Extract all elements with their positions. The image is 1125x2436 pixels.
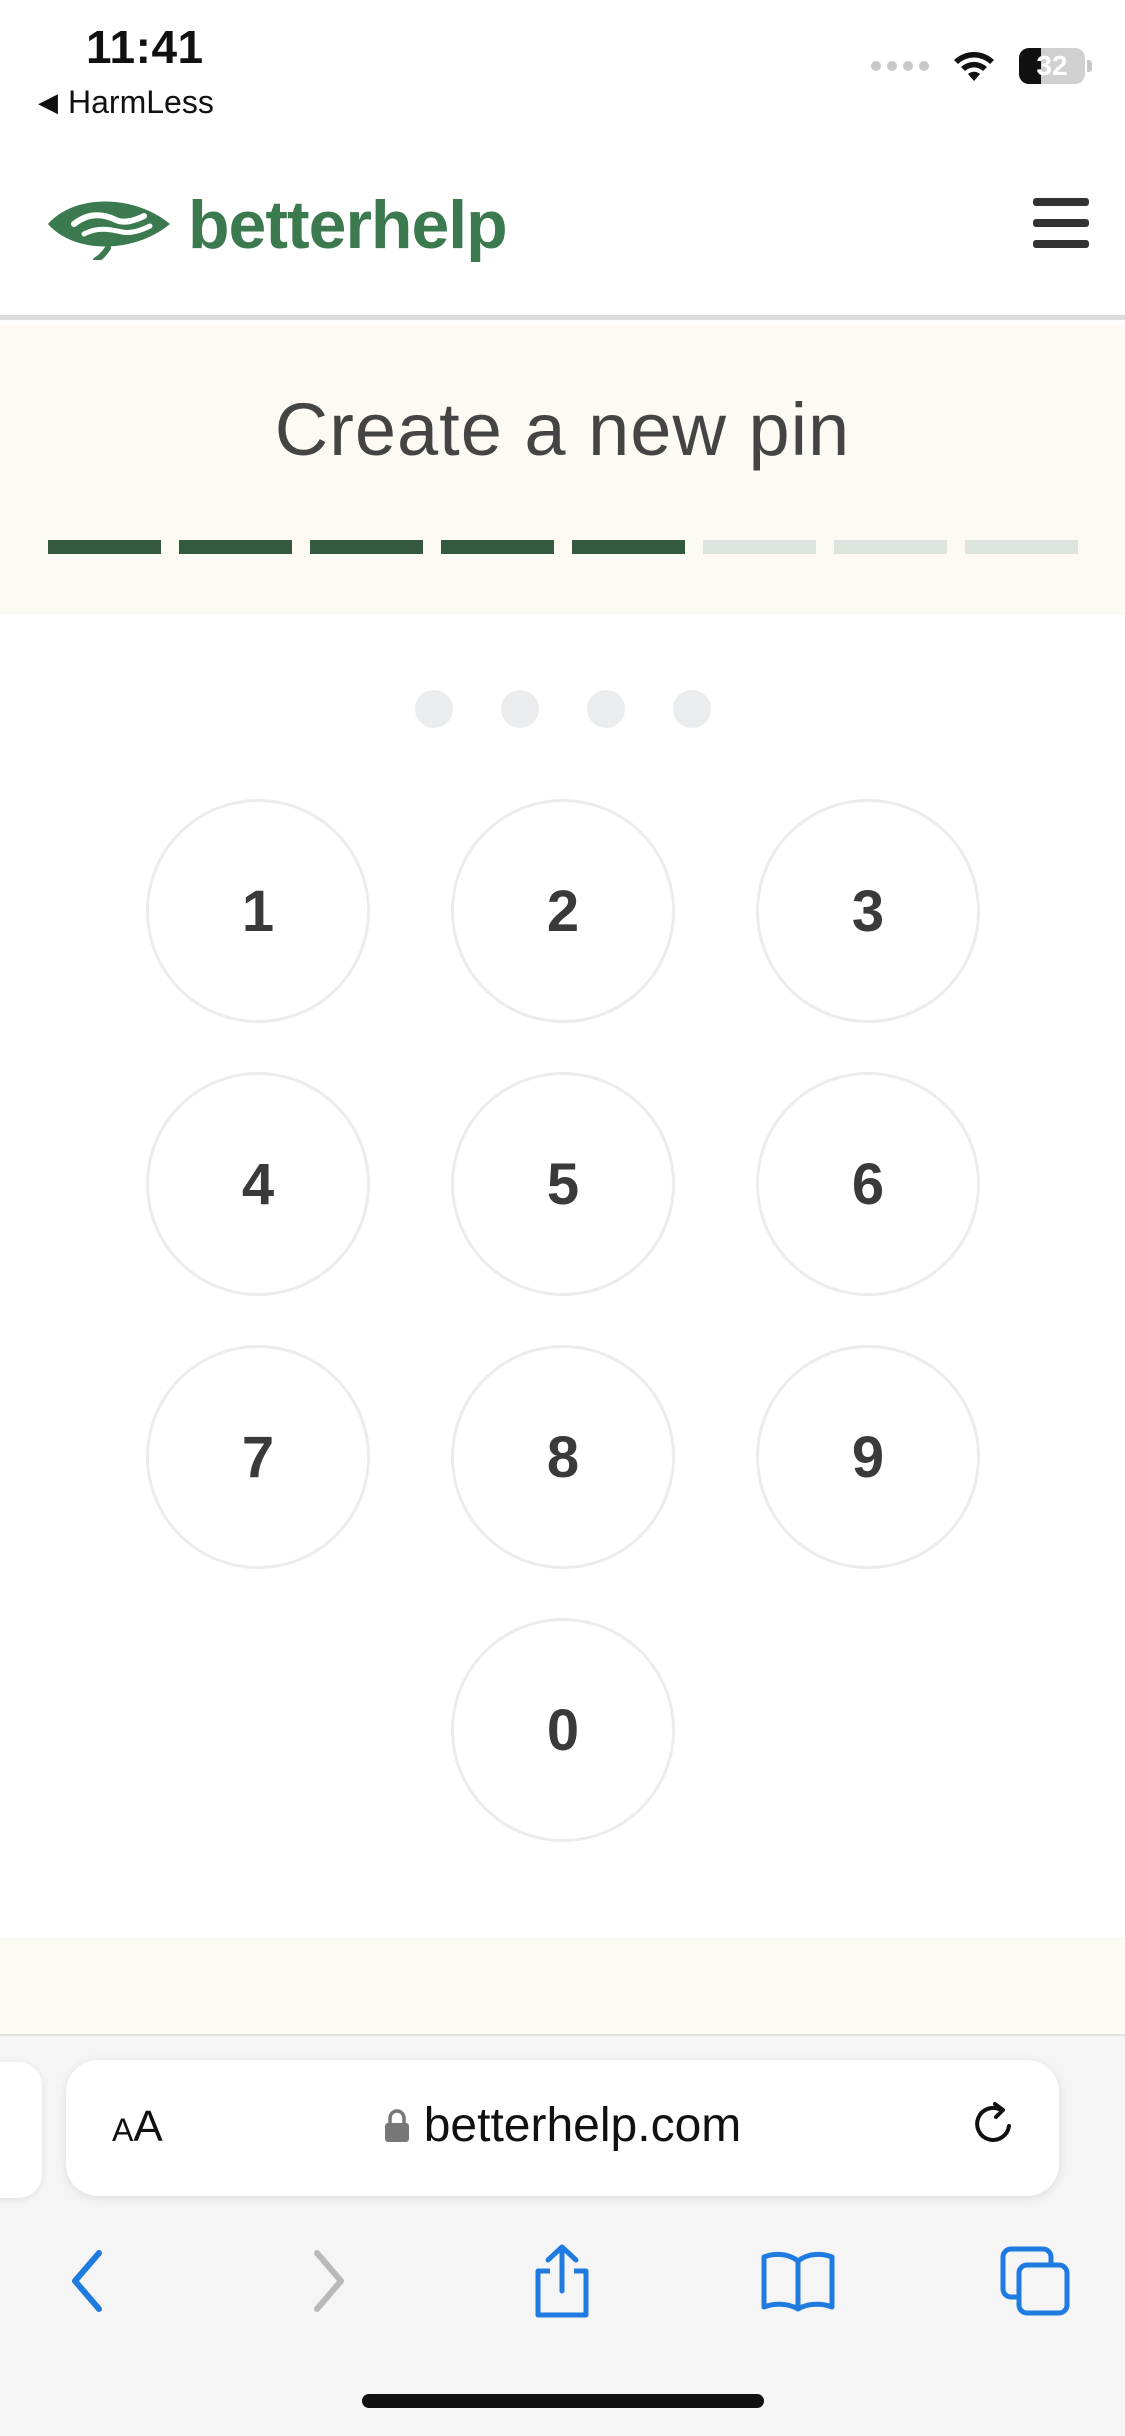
progress-segment [179,540,292,554]
back-to-app-button[interactable]: ◀ HarmLess [38,84,214,121]
back-chevron-icon[interactable] [42,2236,132,2326]
status-bar: 11:41 ◀ HarmLess 32 [0,0,1125,140]
browser-nav-row [0,2236,1125,2356]
key-9[interactable]: 9 [756,1345,980,1569]
progress-segment [441,540,554,554]
lock-icon [384,2108,409,2142]
back-app-label: HarmLess [68,84,214,120]
hands-leaf-icon [48,201,170,260]
wifi-icon [954,52,994,81]
url-display[interactable]: betterhelp.com [66,2098,1059,2153]
logo-text: betterhelp [188,187,508,263]
page-footer-band [0,1937,1125,2037]
progress-segment [965,540,1078,554]
key-7[interactable]: 7 [146,1345,370,1569]
status-time: 11:41 [86,21,204,73]
site-header: betterhelp [0,140,1125,320]
key-0[interactable]: 0 [451,1618,675,1842]
hamburger-menu-icon[interactable] [1033,198,1089,248]
status-indicators: 32 [871,48,1092,84]
key-1[interactable]: 1 [146,799,370,1023]
progress-segment [703,540,816,554]
progress-segment [310,540,423,554]
pin-dot [586,690,625,728]
battery-icon: 32 [1019,48,1092,84]
share-icon[interactable] [517,2236,607,2326]
pin-dot [672,690,711,728]
key-6[interactable]: 6 [756,1072,980,1296]
battery-level: 32 [1036,50,1068,81]
pin-header: Create a new pin [0,325,1125,615]
previous-tab-preview[interactable] [0,2062,42,2198]
key-2[interactable]: 2 [451,799,675,1023]
back-triangle-icon: ◀ [38,87,58,117]
pin-dot [414,690,453,728]
home-indicator [362,2394,764,2408]
forward-chevron-icon[interactable] [284,2236,374,2326]
browser-toolbar: AA betterhelp.com [0,2034,1125,2436]
betterhelp-logo[interactable]: betterhelp [44,186,508,264]
key-8[interactable]: 8 [451,1345,675,1569]
address-bar[interactable]: AA betterhelp.com [66,2060,1059,2196]
reload-icon[interactable] [965,2096,1021,2152]
key-5[interactable]: 5 [451,1072,675,1296]
progress-segment [48,540,161,554]
bookmarks-icon[interactable] [753,2236,843,2326]
progress-segment [572,540,685,554]
pin-entry-dots [0,690,1125,728]
url-text: betterhelp.com [423,2099,742,2152]
page-title: Create a new pin [274,388,851,471]
key-4[interactable]: 4 [146,1072,370,1296]
key-3[interactable]: 3 [756,799,980,1023]
progress-segment [834,540,947,554]
progress-bar [48,540,1078,554]
cellular-signal-icon [871,61,929,71]
pin-dot [500,690,539,728]
tabs-icon[interactable] [990,2236,1080,2326]
